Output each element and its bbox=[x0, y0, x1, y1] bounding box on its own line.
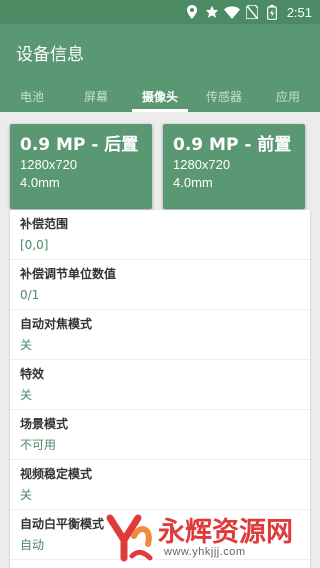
detail-value: 关 bbox=[20, 388, 33, 402]
detail-value: 关 bbox=[20, 488, 33, 502]
battery-charging-icon bbox=[263, 3, 281, 21]
detail-value: 自动 bbox=[20, 538, 45, 552]
list-item: 自动白平衡模式 自动 bbox=[10, 510, 310, 560]
detail-value: [0,0] bbox=[20, 238, 49, 252]
front-camera-title: 0.9 MP - 前置 bbox=[173, 135, 292, 155]
list-item: 视频稳定模式 关 bbox=[10, 460, 310, 510]
back-camera-resolution: 1280x720 bbox=[20, 157, 78, 172]
list-item: 场景模式 不可用 bbox=[10, 410, 310, 460]
detail-label: 自动白平衡模式 bbox=[20, 517, 105, 531]
detail-label: 自动对焦模式 bbox=[20, 317, 93, 331]
back-camera-focal-length: 4.0mm bbox=[20, 175, 60, 190]
front-camera-card[interactable]: 0.9 MP - 前置 1280x720 4.0mm bbox=[163, 124, 305, 209]
detail-label: 补偿调节单位数值 bbox=[20, 267, 117, 281]
detail-label: 视频稳定模式 bbox=[20, 467, 93, 481]
back-camera-title: 0.9 MP - 后置 bbox=[20, 135, 139, 155]
list-item: 补偿调节单位数值 0/1 bbox=[10, 260, 310, 310]
detail-value: 关 bbox=[20, 338, 33, 352]
tab-screen[interactable]: 屏幕 bbox=[64, 80, 128, 112]
front-camera-focal-length: 4.0mm bbox=[173, 175, 213, 190]
status-time: 2:51 bbox=[286, 4, 312, 20]
list-item: 自动对焦模式 关 bbox=[10, 310, 310, 360]
detail-value: 不可用 bbox=[20, 438, 57, 452]
star-icon bbox=[203, 3, 221, 21]
no-sim-icon bbox=[243, 3, 261, 21]
list-item: 特效 关 bbox=[10, 360, 310, 410]
detail-label: 特效 bbox=[20, 367, 45, 381]
tab-sensors[interactable]: 传感器 bbox=[192, 80, 256, 112]
page-title: 设备信息 bbox=[16, 44, 84, 65]
list-item: 补偿范围 [0,0] bbox=[10, 210, 310, 260]
detail-label: 场景模式 bbox=[20, 417, 69, 431]
front-camera-resolution: 1280x720 bbox=[173, 157, 231, 172]
location-icon bbox=[183, 3, 201, 21]
tab-bar: 电池 屏幕 摄像头 传感器 应用 bbox=[0, 80, 320, 112]
tab-camera[interactable]: 摄像头 bbox=[128, 80, 192, 112]
camera-details-list[interactable]: 补偿范围 [0,0] 补偿调节单位数值 0/1 自动对焦模式 关 特效 关 场景… bbox=[10, 210, 310, 568]
detail-label: 补偿范围 bbox=[20, 217, 69, 231]
app-bar: 设备信息 bbox=[0, 24, 320, 80]
status-bar: 2:51 bbox=[0, 0, 320, 24]
detail-value: 0/1 bbox=[20, 288, 40, 302]
tab-apps[interactable]: 应用 bbox=[256, 80, 320, 112]
tab-battery[interactable]: 电池 bbox=[0, 80, 64, 112]
back-camera-card[interactable]: 0.9 MP - 后置 1280x720 4.0mm bbox=[10, 124, 152, 209]
wifi-icon bbox=[223, 3, 241, 21]
